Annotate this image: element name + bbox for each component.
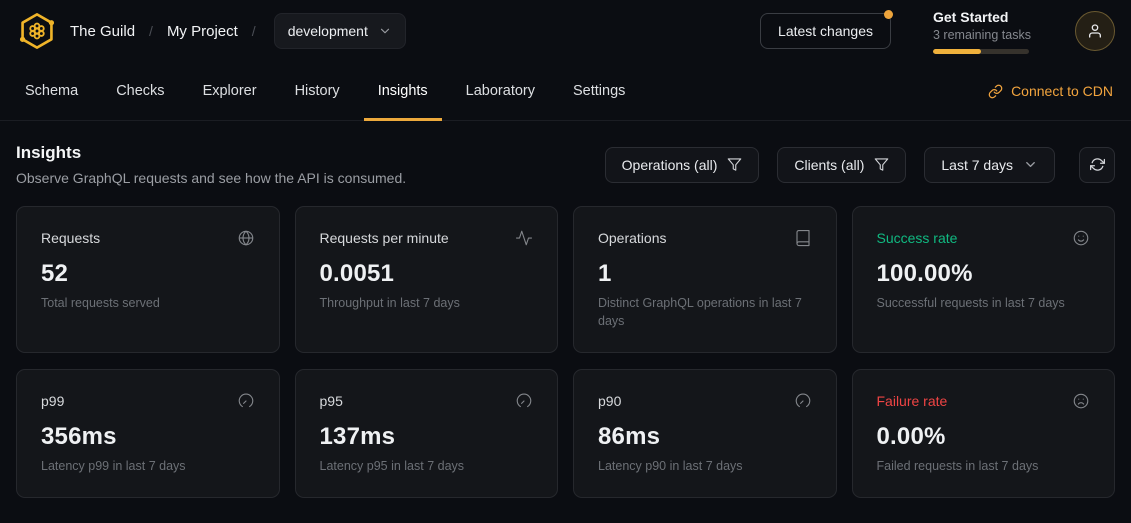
- card-title: Failure rate: [877, 393, 948, 409]
- requests-card: Requests 52 Total requests served: [16, 206, 280, 353]
- filter-icon: [727, 157, 742, 172]
- date-range-dropdown[interactable]: Last 7 days: [924, 147, 1055, 183]
- card-description: Latency p90 in last 7 days: [598, 457, 812, 475]
- tab-checks[interactable]: Checks: [102, 62, 178, 120]
- requests-per-minute-card: Requests per minute 0.0051 Throughput in…: [295, 206, 559, 353]
- chevron-down-icon: [378, 24, 392, 38]
- failure-rate-card: Failure rate 0.00% Failed requests in la…: [852, 369, 1116, 498]
- card-title: Requests per minute: [320, 230, 449, 246]
- card-title: Requests: [41, 230, 100, 246]
- get-started-title: Get Started: [933, 9, 1033, 25]
- tab-explorer[interactable]: Explorer: [189, 62, 271, 120]
- connect-to-cdn-link[interactable]: Connect to CDN: [988, 62, 1113, 120]
- get-started-progress-bar: [933, 49, 1029, 54]
- clients-filter-label: Clients (all): [794, 157, 864, 173]
- card-value: 137ms: [320, 423, 534, 451]
- card-description: Total requests served: [41, 294, 255, 312]
- user-avatar[interactable]: [1075, 11, 1115, 51]
- book-icon: [794, 229, 812, 247]
- card-description: Latency p95 in last 7 days: [320, 457, 534, 475]
- operations-filter-button[interactable]: Operations (all): [605, 147, 760, 183]
- card-description: Latency p99 in last 7 days: [41, 457, 255, 475]
- clients-filter-button[interactable]: Clients (all): [777, 147, 906, 183]
- get-started-remaining-tasks: 3 remaining tasks: [933, 28, 1033, 42]
- chevron-down-icon: [1023, 157, 1038, 172]
- connect-to-cdn-label: Connect to CDN: [1011, 83, 1113, 99]
- gauge-icon: [237, 392, 255, 410]
- card-value: 356ms: [41, 423, 255, 451]
- card-description: Throughput in last 7 days: [320, 294, 534, 312]
- tab-settings[interactable]: Settings: [559, 62, 639, 120]
- card-title: p95: [320, 393, 343, 409]
- frown-icon: [1072, 392, 1090, 410]
- top-header: The Guild / My Project / development Lat…: [0, 0, 1131, 62]
- p99-latency-card: p99 356ms Latency p99 in last 7 days: [16, 369, 280, 498]
- gauge-icon: [794, 392, 812, 410]
- breadcrumb-org[interactable]: The Guild: [70, 23, 135, 40]
- gauge-icon: [515, 392, 533, 410]
- link-icon: [988, 84, 1003, 99]
- latest-changes-button[interactable]: Latest changes: [760, 13, 891, 49]
- globe-icon: [237, 229, 255, 247]
- page-subtitle: Observe GraphQL requests and see how the…: [16, 170, 406, 186]
- card-description: Distinct GraphQL operations in last 7 da…: [598, 294, 812, 330]
- date-range-value: Last 7 days: [941, 157, 1013, 173]
- filter-icon: [874, 157, 889, 172]
- activity-icon: [515, 229, 533, 247]
- breadcrumb: The Guild / My Project / development: [70, 13, 406, 49]
- latest-changes-label: Latest changes: [778, 23, 873, 39]
- filters-toolbar: Operations (all) Clients (all) Last 7 da…: [605, 147, 1115, 183]
- smile-icon: [1072, 229, 1090, 247]
- card-title: Success rate: [877, 230, 958, 246]
- breadcrumb-project[interactable]: My Project: [167, 23, 238, 40]
- card-title: p90: [598, 393, 621, 409]
- guild-hive-logo-icon[interactable]: [16, 10, 58, 52]
- card-value: 52: [41, 260, 255, 288]
- stats-grid: Requests 52 Total requests served Reques…: [16, 206, 1115, 498]
- tab-history[interactable]: History: [281, 62, 354, 120]
- operations-filter-label: Operations (all): [622, 157, 718, 173]
- get-started-progress-fill: [933, 49, 981, 54]
- target-selector-dropdown[interactable]: development: [274, 13, 406, 49]
- card-description: Successful requests in last 7 days: [877, 294, 1091, 312]
- insights-heading-group: Insights Observe GraphQL requests and se…: [16, 143, 406, 186]
- card-value: 1: [598, 260, 812, 288]
- page-title: Insights: [16, 143, 406, 163]
- breadcrumb-separator: /: [149, 23, 153, 39]
- tab-laboratory[interactable]: Laboratory: [452, 62, 549, 120]
- card-description: Failed requests in last 7 days: [877, 457, 1091, 475]
- user-icon: [1087, 23, 1103, 39]
- refresh-button[interactable]: [1079, 147, 1115, 183]
- card-value: 86ms: [598, 423, 812, 451]
- notification-dot: [884, 10, 893, 19]
- project-nav: Schema Checks Explorer History Insights …: [0, 62, 1131, 121]
- header-right-group: Latest changes Get Started 3 remaining t…: [760, 9, 1115, 54]
- p90-latency-card: p90 86ms Latency p90 in last 7 days: [573, 369, 837, 498]
- p95-latency-card: p95 137ms Latency p95 in last 7 days: [295, 369, 559, 498]
- refresh-icon: [1090, 157, 1105, 172]
- card-value: 0.00%: [877, 423, 1091, 451]
- success-rate-card: Success rate 100.00% Successful requests…: [852, 206, 1116, 353]
- tab-schema[interactable]: Schema: [11, 62, 92, 120]
- card-value: 0.0051: [320, 260, 534, 288]
- tab-insights[interactable]: Insights: [364, 62, 442, 120]
- insights-header: Insights Observe GraphQL requests and se…: [0, 121, 1131, 206]
- operations-card: Operations 1 Distinct GraphQL operations…: [573, 206, 837, 353]
- card-title: Operations: [598, 230, 666, 246]
- target-selector-value: development: [288, 23, 368, 39]
- breadcrumb-separator: /: [252, 23, 256, 39]
- get-started-widget[interactable]: Get Started 3 remaining tasks: [933, 9, 1033, 54]
- card-title: p99: [41, 393, 64, 409]
- card-value: 100.00%: [877, 260, 1091, 288]
